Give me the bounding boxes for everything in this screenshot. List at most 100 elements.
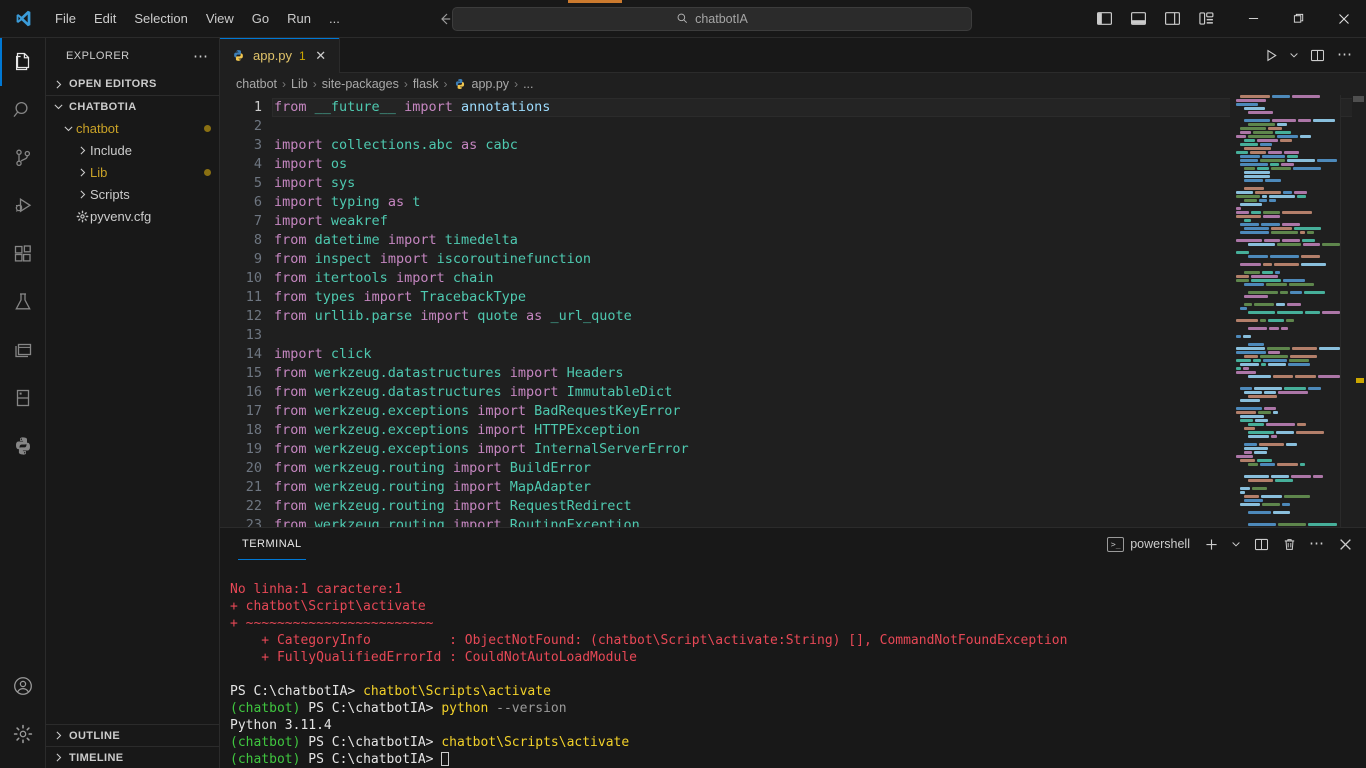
code-line[interactable]: from urllib.parse import quote as _url_q… — [272, 307, 1366, 326]
breadcrumb-app-py[interactable]: app.py — [470, 77, 512, 91]
section-outline[interactable]: OUTLINE — [46, 724, 219, 746]
run-options-chevron-down-icon[interactable] — [1286, 42, 1302, 68]
menu-file[interactable]: File — [46, 0, 85, 37]
toggle-secondary-sidebar-icon[interactable] — [1155, 2, 1189, 36]
menu-selection[interactable]: Selection — [125, 0, 196, 37]
tree-item-include[interactable]: Include — [46, 139, 219, 161]
minimap-segment — [1244, 147, 1271, 150]
section-open-editors[interactable]: OPEN EDITORS — [46, 73, 219, 95]
panel-more-actions-icon[interactable]: ⋯ — [1304, 531, 1330, 557]
activity-extensions[interactable] — [0, 230, 46, 278]
code-line[interactable]: from inspect import iscoroutinefunction — [272, 250, 1366, 269]
code-line[interactable]: from werkzeug.datastructures import Head… — [272, 364, 1366, 383]
activity-source-control[interactable] — [0, 134, 46, 182]
minimap-line — [1230, 307, 1340, 310]
breadcrumb-separator-icon: › — [443, 77, 448, 91]
code-line[interactable]: from datetime import timedelta — [272, 231, 1366, 250]
code-line[interactable]: import sys — [272, 174, 1366, 193]
menu-edit[interactable]: Edit — [85, 0, 125, 37]
code-line[interactable]: from types import TracebackType — [272, 288, 1366, 307]
code-line[interactable]: import weakref — [272, 212, 1366, 231]
code-line[interactable]: from werkzeug.exceptions import HTTPExce… — [272, 421, 1366, 440]
tree-item-chatbot[interactable]: chatbot — [46, 117, 219, 139]
activity-python[interactable] — [0, 422, 46, 470]
code-line[interactable]: from __future__ import annotations — [272, 98, 1366, 117]
minimap-segment — [1240, 415, 1264, 418]
code-line[interactable] — [272, 117, 1366, 136]
code-line[interactable]: from itertools import chain — [272, 269, 1366, 288]
menu-go[interactable]: Go — [243, 0, 278, 37]
terminal-output[interactable]: No linha:1 caractere:1 + chatbot\Script\a… — [220, 560, 1366, 768]
breadcrumb-flask[interactable]: flask — [411, 77, 441, 91]
panel-tab-terminal[interactable]: TERMINAL — [234, 528, 310, 560]
tab-close-icon[interactable]: ✕ — [313, 48, 329, 64]
activity-search[interactable] — [0, 86, 46, 134]
code-line[interactable]: from werkzeug.routing import BuildError — [272, 459, 1366, 478]
activity-remote-explorer[interactable] — [0, 326, 46, 374]
menu-run[interactable]: Run — [278, 0, 320, 37]
maximize-button[interactable] — [1276, 0, 1321, 38]
editor-more-actions-icon[interactable]: ⋯ — [1332, 42, 1358, 68]
breadcrumb-symbol[interactable]: ... — [521, 77, 535, 91]
minimap-segment — [1255, 191, 1281, 194]
code-token: InternalServerError — [534, 441, 689, 457]
new-terminal-icon[interactable] — [1198, 531, 1224, 557]
breadcrumb-site-packages[interactable]: site-packages — [320, 77, 401, 91]
views-more-actions-icon[interactable]: ⋯ — [189, 47, 213, 65]
code-line[interactable]: from werkzeug.datastructures import Immu… — [272, 383, 1366, 402]
scrollbar-thumb[interactable] — [1353, 96, 1364, 102]
minimap[interactable] — [1230, 95, 1340, 527]
terminal-profile-chevron-down-icon[interactable] — [1226, 531, 1246, 557]
section-timeline[interactable]: TIMELINE — [46, 746, 219, 768]
close-button[interactable] — [1321, 0, 1366, 38]
terminal-shell-selector[interactable]: >_ powershell — [1101, 536, 1196, 552]
menu-view[interactable]: View — [197, 0, 243, 37]
code-token: BadRequestKeyError — [534, 403, 681, 419]
tree-item-scripts[interactable]: Scripts — [46, 183, 219, 205]
run-python-file-icon[interactable] — [1258, 42, 1284, 68]
code-line[interactable] — [272, 326, 1366, 345]
minimap-segment — [1244, 167, 1255, 170]
activity-accounts[interactable] — [0, 662, 46, 710]
code-line[interactable]: from werkzeug.routing import RequestRedi… — [272, 497, 1366, 516]
code-content[interactable]: from __future__ import annotations impor… — [272, 95, 1366, 527]
split-editor-right-icon[interactable] — [1304, 42, 1330, 68]
activity-manage-settings[interactable] — [0, 710, 46, 758]
toggle-primary-sidebar-icon[interactable] — [1087, 2, 1121, 36]
code-line[interactable]: from werkzeug.exceptions import BadReque… — [272, 402, 1366, 421]
menu-more[interactable]: ... — [320, 0, 349, 37]
activity-testing[interactable] — [0, 278, 46, 326]
editor-vertical-scrollbar[interactable] — [1352, 95, 1366, 527]
code-line[interactable]: from werkzeug.routing import RoutingExce… — [272, 516, 1366, 527]
code-line[interactable]: import click — [272, 345, 1366, 364]
minimap-line — [1230, 451, 1340, 454]
code-line[interactable]: from werkzeug.routing import MapAdapter — [272, 478, 1366, 497]
customize-layout-icon[interactable] — [1189, 2, 1223, 36]
activity-run-and-debug[interactable] — [0, 182, 46, 230]
toggle-panel-icon[interactable] — [1121, 2, 1155, 36]
tab-app-py[interactable]: app.py 1 ✕ — [220, 38, 340, 73]
code-line[interactable]: import os — [272, 155, 1366, 174]
breadcrumb-chatbot[interactable]: chatbot — [234, 77, 279, 91]
tree-item-lib[interactable]: Lib — [46, 161, 219, 183]
tree-item-pyvenv-cfg[interactable]: pyvenv.cfg — [46, 205, 219, 227]
code-line[interactable]: import typing as t — [272, 193, 1366, 212]
activity-explorer[interactable] — [0, 38, 46, 86]
minimize-button[interactable] — [1231, 0, 1276, 38]
activity-database[interactable] — [0, 374, 46, 422]
code-editor[interactable]: 1 2 3 4 5 6 7 8 9 10 11 12 13 14 15 16 17 18 19 20 21 22 23 fr… — [220, 95, 1366, 527]
code-line[interactable]: from werkzeug.exceptions import Internal… — [272, 440, 1366, 459]
code-line[interactable]: import collections.abc as cabc — [272, 136, 1366, 155]
section-chatbotia[interactable]: CHATBOTIA — [46, 95, 219, 117]
minimap-segment — [1277, 135, 1298, 138]
minimap-line — [1230, 335, 1340, 338]
minimap-segment — [1236, 191, 1253, 194]
split-terminal-icon[interactable] — [1248, 531, 1274, 557]
close-panel-icon[interactable] — [1332, 531, 1358, 557]
breadcrumb-lib[interactable]: Lib — [289, 77, 310, 91]
code-token: import — [363, 289, 413, 305]
command-center-search[interactable]: chatbotIA — [452, 6, 972, 31]
kill-terminal-trash-icon[interactable] — [1276, 531, 1302, 557]
